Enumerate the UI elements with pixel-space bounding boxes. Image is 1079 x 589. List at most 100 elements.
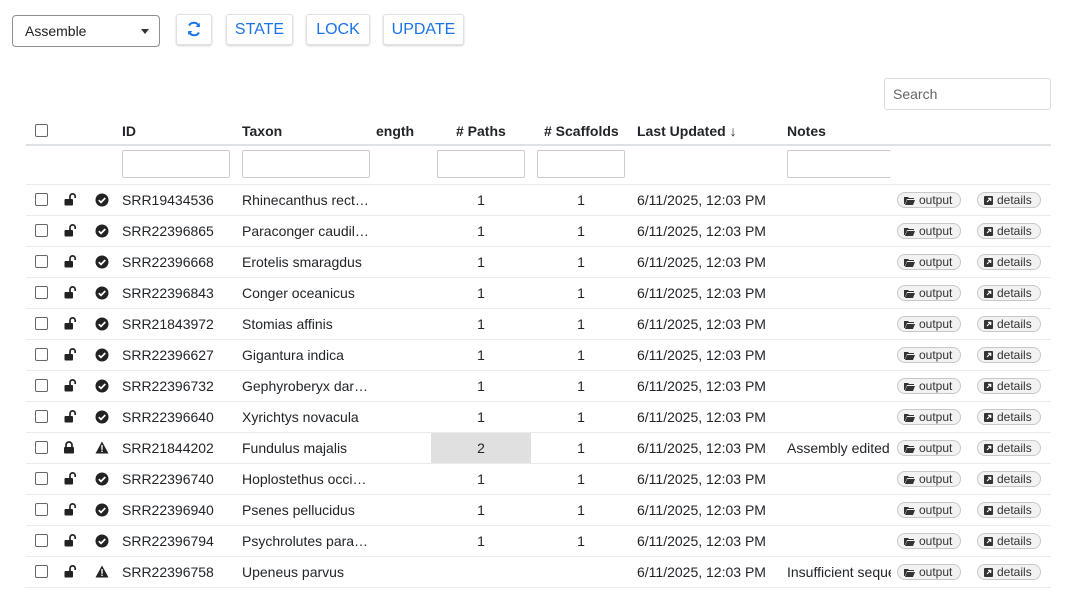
row-checkbox[interactable] <box>35 503 48 516</box>
unlock-icon[interactable] <box>64 565 78 581</box>
details-button[interactable]: details <box>977 347 1041 363</box>
row-paths: 1 <box>477 378 485 394</box>
search-input[interactable]: Search <box>884 78 1051 110</box>
unlock-icon[interactable] <box>64 534 78 550</box>
details-button[interactable]: details <box>977 471 1041 487</box>
check-circle-icon <box>95 410 109 427</box>
output-button[interactable]: output <box>897 192 962 208</box>
row-checkbox[interactable] <box>35 317 48 330</box>
notes-filter-input[interactable] <box>787 150 891 178</box>
details-button[interactable]: details <box>977 564 1041 580</box>
details-button[interactable]: details <box>977 223 1041 239</box>
row-checkbox[interactable] <box>35 286 48 299</box>
unlock-icon[interactable] <box>64 503 78 519</box>
folder-icon <box>904 476 915 484</box>
warning-icon <box>95 441 109 457</box>
table-row: SRR22396668 Erotelis smaragdus 1 1 6/11/… <box>26 247 1051 278</box>
details-button[interactable]: details <box>977 285 1041 301</box>
output-label: output <box>919 534 953 548</box>
folder-icon <box>904 538 915 546</box>
unlock-icon[interactable] <box>64 224 78 240</box>
row-checkbox[interactable] <box>35 193 48 206</box>
output-button[interactable]: output <box>897 409 962 425</box>
row-checkbox[interactable] <box>35 348 48 361</box>
unlock-icon[interactable] <box>64 193 78 209</box>
external-link-icon <box>984 413 993 422</box>
unlock-icon[interactable] <box>64 348 78 364</box>
id-filter-input[interactable] <box>122 150 230 178</box>
details-button[interactable]: details <box>977 533 1041 549</box>
state-button[interactable]: STATE <box>226 14 293 45</box>
details-button[interactable]: details <box>977 502 1041 518</box>
stage-select[interactable]: Assemble <box>12 15 160 47</box>
folder-icon <box>904 321 915 329</box>
details-button[interactable]: details <box>977 192 1041 208</box>
external-link-icon <box>984 320 993 329</box>
col-header-notes[interactable]: Notes <box>787 123 826 139</box>
table-header: ID Taxon ength # Paths # Scaffolds Last … <box>26 116 1051 146</box>
output-button[interactable]: output <box>897 223 962 239</box>
unlock-icon[interactable] <box>64 286 78 302</box>
row-checkbox[interactable] <box>35 410 48 423</box>
output-button[interactable]: output <box>897 316 962 332</box>
warning-icon <box>95 565 109 581</box>
check-circle-icon <box>95 379 109 396</box>
unlock-icon[interactable] <box>64 255 78 271</box>
details-label: details <box>997 224 1032 238</box>
table-body: SRR19434536 Rhinecanthus rect… 1 1 6/11/… <box>26 185 1051 588</box>
output-button[interactable]: output <box>897 564 962 580</box>
col-header-paths[interactable]: # Paths <box>456 123 506 139</box>
col-header-length[interactable]: ength <box>376 123 414 139</box>
col-header-taxon[interactable]: Taxon <box>242 123 282 139</box>
lock-icon[interactable] <box>63 441 75 457</box>
select-all-checkbox[interactable] <box>35 124 48 137</box>
scaffolds-filter-input[interactable] <box>537 150 625 178</box>
row-scaffolds: 1 <box>577 502 585 518</box>
details-button[interactable]: details <box>977 254 1041 270</box>
output-label: output <box>919 255 953 269</box>
details-button[interactable]: details <box>977 316 1041 332</box>
row-last-updated: 6/11/2025, 12:03 PM <box>637 533 766 549</box>
output-label: output <box>919 286 953 300</box>
output-button[interactable]: output <box>897 533 962 549</box>
output-button[interactable]: output <box>897 471 962 487</box>
unlock-icon[interactable] <box>64 410 78 426</box>
details-button[interactable]: details <box>977 378 1041 394</box>
row-last-updated: 6/11/2025, 12:03 PM <box>637 254 766 270</box>
output-button[interactable]: output <box>897 285 962 301</box>
row-notes: Insufficient seque <box>787 564 891 580</box>
col-header-scaffolds[interactable]: # Scaffolds <box>544 123 619 139</box>
update-button[interactable]: UPDATE <box>383 14 464 45</box>
details-label: details <box>997 503 1032 517</box>
row-checkbox[interactable] <box>35 534 48 547</box>
row-checkbox[interactable] <box>35 255 48 268</box>
row-checkbox[interactable] <box>35 472 48 485</box>
external-link-icon <box>984 196 993 205</box>
col-header-last-updated[interactable]: Last Updated ↓ <box>637 123 737 139</box>
output-button[interactable]: output <box>897 502 962 518</box>
row-id: SRR22396843 <box>122 285 214 301</box>
taxon-filter-input[interactable] <box>242 150 370 178</box>
output-button[interactable]: output <box>897 254 962 270</box>
row-checkbox[interactable] <box>35 379 48 392</box>
output-button[interactable]: output <box>897 440 962 456</box>
row-checkbox[interactable] <box>35 441 48 454</box>
paths-filter-input[interactable] <box>437 150 525 178</box>
output-label: output <box>919 224 953 238</box>
unlock-icon[interactable] <box>64 379 78 395</box>
lock-button[interactable]: LOCK <box>306 14 370 45</box>
output-button[interactable]: output <box>897 378 962 394</box>
row-checkbox[interactable] <box>35 224 48 237</box>
refresh-button[interactable] <box>176 14 212 45</box>
details-label: details <box>997 534 1032 548</box>
output-button[interactable]: output <box>897 347 962 363</box>
unlock-icon[interactable] <box>64 317 78 333</box>
col-header-id[interactable]: ID <box>122 123 136 139</box>
details-label: details <box>997 317 1032 331</box>
unlock-icon[interactable] <box>64 472 78 488</box>
details-button[interactable]: details <box>977 440 1041 456</box>
row-checkbox[interactable] <box>35 565 48 578</box>
table-row: SRR21844202 Fundulus majalis 2 1 6/11/20… <box>26 433 1051 464</box>
table-row: SRR22396865 Paraconger caudil… 1 1 6/11/… <box>26 216 1051 247</box>
details-button[interactable]: details <box>977 409 1041 425</box>
